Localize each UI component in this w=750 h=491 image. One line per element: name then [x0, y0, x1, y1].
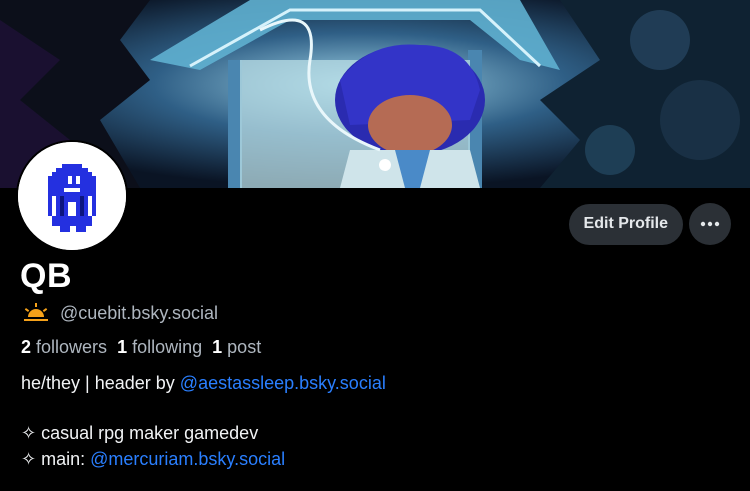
followers-stat[interactable]: 2 followers: [21, 336, 107, 358]
following-stat[interactable]: 1 following: [117, 336, 202, 358]
followers-label: followers: [36, 337, 108, 357]
profile-actions: Edit Profile: [568, 203, 731, 245]
posts-count: 1: [212, 337, 223, 357]
profile-stats: 2 followers 1 following 1 post: [21, 336, 261, 358]
following-count: 1: [117, 337, 128, 357]
bio-link-header-artist[interactable]: @aestassleep.bsky.social: [180, 373, 386, 393]
avatar[interactable]: [16, 140, 128, 252]
bio-line-1: he/they | header by @aestassleep.bsky.so…: [21, 372, 386, 394]
posts-stat: 1 post: [212, 336, 261, 358]
ellipsis-icon: [700, 221, 720, 227]
bio-line-3: ✧ casual rpg maker gamedev: [21, 423, 259, 443]
more-options-button[interactable]: [689, 203, 731, 245]
followers-count: 2: [21, 337, 32, 357]
bio-line-4: ✧ main: @mercuriam.bsky.social: [21, 448, 285, 470]
bio-text: ✧ main:: [21, 449, 91, 469]
bio-link-main-account[interactable]: @mercuriam.bsky.social: [90, 449, 285, 469]
sunrise-icon: [24, 303, 48, 321]
edit-profile-button[interactable]: Edit Profile: [568, 203, 683, 245]
handle[interactable]: @cuebit.bsky.social: [60, 302, 218, 324]
following-label: following: [132, 337, 203, 357]
display-name: QB: [20, 257, 72, 295]
posts-label: post: [227, 337, 262, 357]
pixel-character-avatar: [18, 142, 126, 250]
bio-text: he/they | header by: [21, 373, 180, 393]
handle-row: @cuebit.bsky.social: [22, 302, 218, 324]
